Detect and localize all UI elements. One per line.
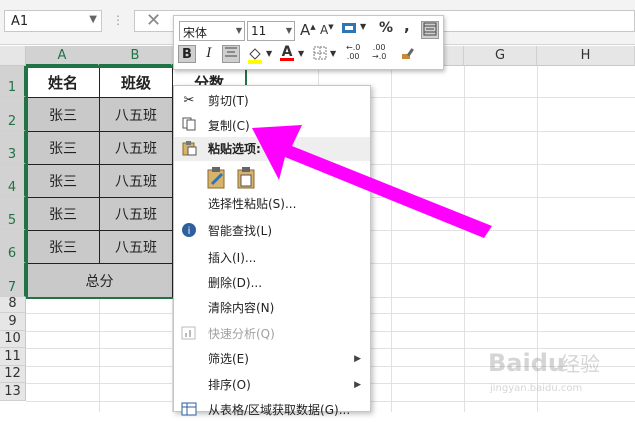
svg-text:经验: 经验	[560, 352, 600, 376]
watermark-logo: Baidu 经验 jingyan.baidu.com	[488, 343, 628, 403]
arrow-shape	[252, 125, 492, 238]
svg-text:jingyan.baidu.com: jingyan.baidu.com	[489, 383, 582, 394]
svg-text:Baidu: Baidu	[488, 349, 565, 377]
